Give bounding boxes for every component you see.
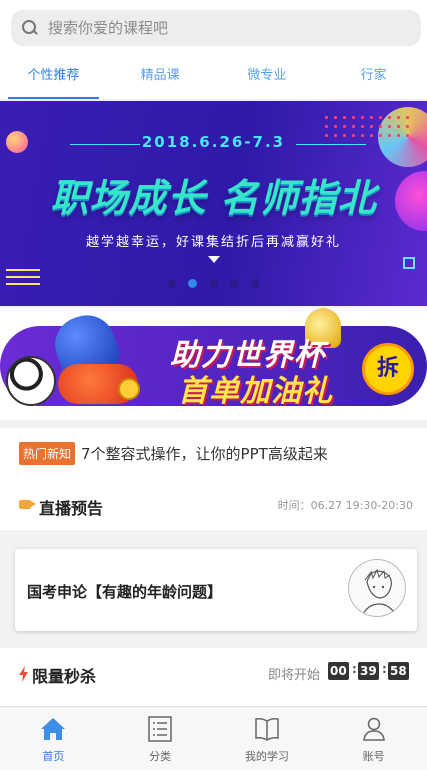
tab-experts[interactable]: 行家 [320, 56, 427, 99]
hero-banner[interactable]: 2018.6.26-7.3 职场成长 名师指北 越学越幸运，好课集结折后再减赢好… [0, 101, 427, 306]
live-section-header: 直播预告 时间：06.27 19:30-20:30 [0, 478, 427, 530]
soccer-ball-icon [6, 356, 56, 406]
down-arrow-icon [208, 256, 220, 263]
app-screen: 个性推荐 精品课 微专业 行家 2018.6.26-7.3 职场成长 名师指北 … [0, 0, 427, 770]
bottom-nav: 首页 分类 我的学习 账号 [0, 706, 427, 770]
search-icon [22, 20, 38, 36]
carousel-dot[interactable] [230, 279, 239, 288]
tab-premium[interactable]: 精品课 [107, 56, 214, 99]
nav-label: 分类 [149, 750, 172, 763]
carousel-dot[interactable] [188, 279, 197, 288]
countdown-hours: 00 [328, 662, 349, 680]
search-box[interactable] [11, 10, 421, 46]
banner-title: 职场成长 名师指北 [50, 176, 377, 220]
tab-recommend[interactable]: 个性推荐 [0, 56, 107, 99]
carousel-dot[interactable] [251, 279, 260, 288]
flash-sale-label: 限量秒杀 [32, 667, 97, 686]
book-icon [255, 718, 279, 741]
category-tabs: 个性推荐 精品课 微专业 行家 [0, 56, 427, 100]
nav-account[interactable]: 账号 [320, 707, 427, 770]
banner-date: 2018.6.26-7.3 [141, 133, 286, 151]
nav-label: 我的学习 [244, 750, 289, 763]
nav-my-study[interactable]: 我的学习 [214, 707, 321, 770]
nav-home[interactable]: 首页 [0, 707, 107, 770]
video-camera-icon [19, 500, 31, 509]
countdown-minutes: 39 [358, 662, 379, 680]
live-time: 时间：06.27 19:30-20:30 [277, 499, 413, 512]
countdown-separator: : [352, 662, 357, 676]
teacher-avatar [348, 559, 406, 617]
news-tag: 热门新知 [19, 441, 76, 465]
search-input[interactable] [48, 19, 388, 37]
list-icon [148, 716, 172, 742]
carousel-dot[interactable] [167, 279, 176, 288]
sketch-portrait-icon [361, 568, 397, 616]
flash-sale-header: 限量秒杀 即将开始 00 : 39 : 58 [0, 648, 427, 706]
promo-line-2: 首单加油礼 [178, 374, 333, 409]
user-icon [362, 717, 385, 741]
nav-label: 首页 [42, 750, 65, 763]
countdown-seconds: 58 [388, 662, 409, 680]
news-text[interactable]: 7个整容式操作，让你的PPT高级起来 [81, 443, 328, 464]
flash-sale-status: 即将开始 [268, 668, 321, 683]
live-card[interactable]: 国考申论【有趣的年龄问题】 [15, 549, 417, 631]
promo-banner[interactable]: 助力世界杯 首单加油礼 拆 [0, 308, 427, 420]
search-bar [0, 0, 427, 56]
live-card-title: 国考申论【有趣的年龄问题】 [27, 583, 223, 601]
countdown-separator: : [382, 662, 387, 676]
promo-open-badge[interactable]: 拆 [362, 343, 414, 395]
tab-micro-major[interactable]: 微专业 [214, 56, 321, 99]
decor-square [403, 257, 415, 269]
coin-icon [118, 378, 140, 400]
nav-label: 账号 [362, 750, 385, 763]
carousel-dot[interactable] [209, 279, 218, 288]
banner-subtitle: 越学越幸运，好课集结折后再减赢好礼 [85, 235, 341, 250]
live-label: 直播预告 [39, 499, 104, 518]
news-ticker[interactable]: 热门新知 7个整容式操作，让你的PPT高级起来 [0, 428, 427, 478]
lightning-icon [19, 666, 28, 682]
carousel-indicators [0, 279, 427, 288]
nav-category[interactable]: 分类 [107, 707, 214, 770]
home-icon [41, 718, 66, 740]
